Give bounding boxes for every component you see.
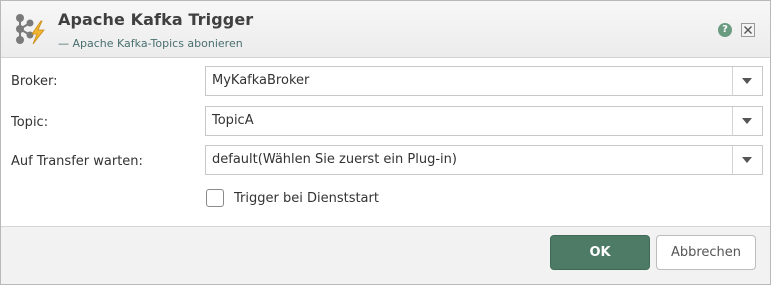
trigger-on-service-start-label[interactable]: Trigger bei Dienststart (234, 191, 379, 206)
transfer-dropdown-button[interactable] (732, 146, 762, 174)
transfer-value: default(Wählen Sie zuerst ein Plug-in) (212, 152, 457, 167)
transfer-label: Auf Transfer warten: (11, 154, 143, 169)
topic-select[interactable]: TopicA (205, 106, 763, 136)
ok-button[interactable]: OK (550, 235, 650, 270)
broker-label: Broker: (11, 74, 58, 89)
transfer-select[interactable]: default(Wählen Sie zuerst ein Plug-in) (205, 145, 763, 175)
dialog-footer: OK Abbrechen (1, 226, 770, 284)
dialog-header: Apache Kafka Trigger — Apache Kafka-Topi… (1, 1, 770, 58)
topic-dropdown-button[interactable] (732, 107, 762, 135)
dialog-title: Apache Kafka Trigger (58, 10, 254, 29)
chevron-down-icon (742, 118, 752, 124)
broker-dropdown-button[interactable] (732, 67, 762, 95)
close-icon[interactable] (741, 23, 755, 37)
broker-select[interactable]: MyKafkaBroker (205, 66, 763, 96)
topic-value: TopicA (212, 113, 254, 128)
chevron-down-icon (742, 157, 752, 163)
kafka-trigger-icon (11, 11, 47, 47)
dialog-subtitle: — Apache Kafka-Topics abonieren (58, 37, 243, 50)
cancel-button[interactable]: Abbrechen (656, 235, 756, 270)
topic-label: Topic: (11, 115, 49, 130)
help-icon[interactable]: ? (718, 23, 732, 37)
chevron-down-icon (742, 78, 752, 84)
kafka-trigger-dialog: Apache Kafka Trigger — Apache Kafka-Topi… (0, 0, 771, 285)
trigger-on-service-start-checkbox[interactable] (206, 189, 224, 207)
broker-value: MyKafkaBroker (212, 73, 310, 88)
